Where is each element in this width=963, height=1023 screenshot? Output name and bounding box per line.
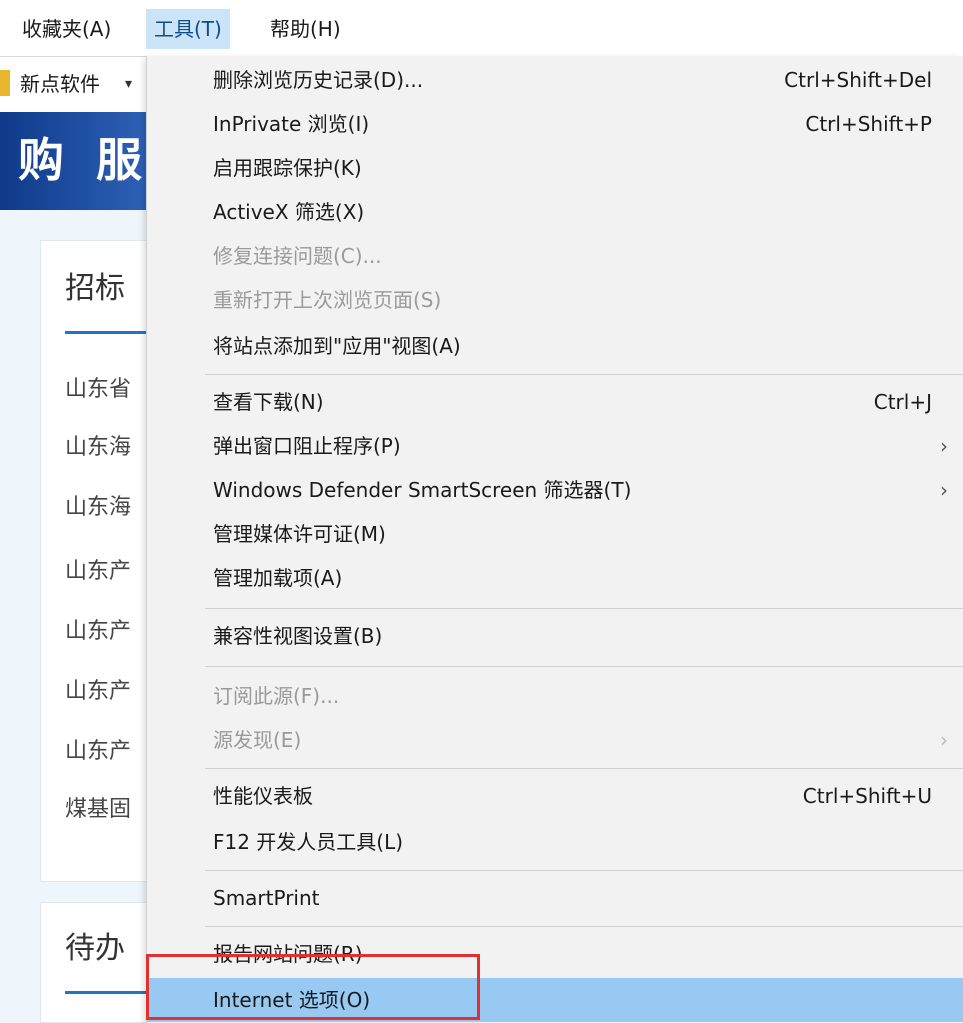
card-title: 待办: [65, 931, 125, 966]
list-item[interactable]: 山东产: [65, 677, 131, 707]
menu-item-smartscreen[interactable]: Windows Defender SmartScreen 筛选器(T) ›: [147, 468, 963, 512]
card-title: 招标: [65, 271, 125, 306]
chevron-right-icon: ›: [940, 728, 948, 752]
menu-item-smartprint[interactable]: SmartPrint: [147, 876, 963, 920]
favorites-bar: 新点软件 ▾: [0, 60, 150, 106]
menu-separator: [205, 926, 963, 927]
menu-separator: [205, 374, 963, 375]
banner-title: 购 服: [18, 133, 151, 187]
menu-item-add-to-apps[interactable]: 将站点添加到"应用"视图(A): [147, 324, 963, 368]
menu-item-inprivate[interactable]: InPrivate 浏览(I) Ctrl+Shift+P: [147, 102, 963, 146]
menu-separator: [205, 768, 963, 769]
list-item[interactable]: 山东产: [65, 617, 131, 647]
list-item[interactable]: 山东产: [65, 737, 131, 767]
menu-item-feed-discovery: 源发现(E) ›: [147, 718, 963, 762]
list-item[interactable]: 煤基固: [65, 795, 131, 825]
menu-item-tracking-protection[interactable]: 启用跟踪保护(K): [147, 146, 963, 190]
page-banner: 购 服: [0, 112, 150, 210]
tools-menu-dropdown: 删除浏览历史记录(D)... Ctrl+Shift+Del InPrivate …: [146, 56, 963, 1023]
menu-item-performance-dashboard[interactable]: 性能仪表板 Ctrl+Shift+U: [147, 774, 963, 818]
menu-item-view-downloads[interactable]: 查看下载(N) Ctrl+J: [147, 380, 963, 424]
list-item[interactable]: 山东海: [65, 493, 131, 523]
chevron-right-icon: ›: [940, 478, 948, 502]
shortcut-label: Ctrl+Shift+Del: [784, 68, 932, 92]
menu-item-popup-blocker[interactable]: 弹出窗口阻止程序(P) ›: [147, 424, 963, 468]
favorites-item[interactable]: 新点软件: [20, 68, 100, 100]
list-item[interactable]: 山东产: [65, 557, 131, 587]
menu-item-fix-connection: 修复连接问题(C)...: [213, 244, 382, 268]
shortcut-label: Ctrl+J: [873, 390, 932, 414]
menu-tools[interactable]: 工具(T): [146, 9, 230, 49]
menu-bar: 收藏夹(A) 工具(T) 帮助(H): [0, 0, 963, 57]
shortcut-label: Ctrl+Shift+U: [802, 784, 932, 808]
menu-item-reopen-session: 重新打开上次浏览页面(S): [213, 288, 442, 312]
menu-item-f12-devtools[interactable]: F12 开发人员工具(L): [147, 820, 963, 864]
menu-item-compat-view[interactable]: 兼容性视图设置(B): [147, 614, 963, 658]
menu-separator: [205, 608, 963, 609]
menu-separator: [205, 666, 963, 667]
list-item[interactable]: 山东省: [65, 375, 131, 405]
tender-card: 招标 山东省 山东海 山东海 山东产 山东产 山东产 山东产 煤基固: [40, 240, 161, 882]
menu-separator: [205, 870, 963, 871]
menu-item-delete-history[interactable]: 删除浏览历史记录(D)... Ctrl+Shift+Del: [147, 58, 963, 102]
menu-help[interactable]: 帮助(H): [262, 9, 349, 49]
folder-icon: [0, 70, 10, 96]
todo-card: 待办: [40, 902, 161, 1023]
menu-item-activex-filter[interactable]: ActiveX 筛选(X): [147, 190, 963, 234]
menu-item-report-site-problem[interactable]: 报告网站问题(R): [147, 932, 963, 976]
shortcut-label: Ctrl+Shift+P: [805, 112, 932, 136]
menu-item-subscribe-feed: 订阅此源(F)...: [213, 684, 340, 708]
menu-item-media-licenses[interactable]: 管理媒体许可证(M): [147, 512, 963, 556]
chevron-right-icon: ›: [940, 434, 948, 458]
list-item[interactable]: 山东海: [65, 433, 131, 463]
menu-item-manage-addons[interactable]: 管理加载项(A): [147, 556, 963, 600]
menu-favorites[interactable]: 收藏夹(A): [14, 9, 119, 49]
menu-item-internet-options[interactable]: Internet 选项(O): [147, 978, 963, 1022]
chevron-down-icon[interactable]: ▾: [125, 68, 132, 100]
